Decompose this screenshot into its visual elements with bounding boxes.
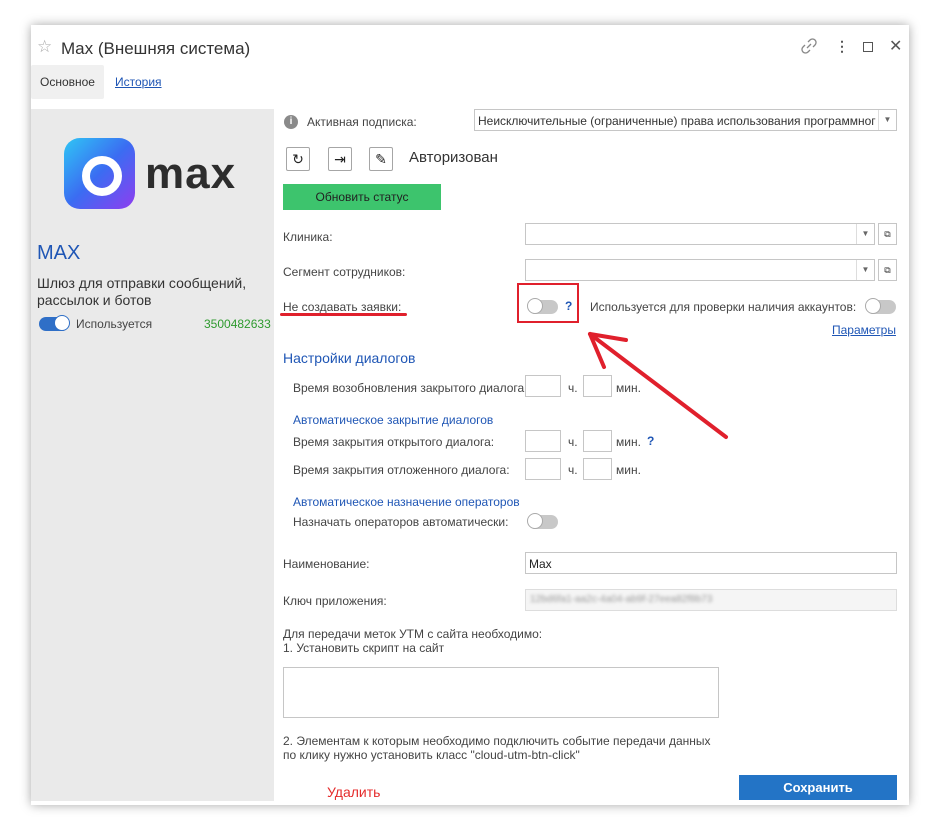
- deferred-close-hours-input[interactable]: [525, 458, 561, 480]
- sidebar: [31, 109, 274, 801]
- auto-close-title: Автоматическое закрытие диалогов: [293, 413, 494, 427]
- accounts-check-label: Используется для проверки наличия аккаун…: [590, 300, 857, 314]
- auto-assign-title: Автоматическое назначение операторов: [293, 495, 520, 509]
- minutes-unit: мин.: [616, 463, 641, 477]
- open-close-hours-input[interactable]: [525, 430, 561, 452]
- in-use-label: Используется: [76, 317, 153, 331]
- hours-unit: ч.: [568, 381, 578, 395]
- assign-auto-label: Назначать операторов автоматически:: [293, 515, 509, 529]
- chevron-down-icon[interactable]: ▼: [856, 260, 874, 280]
- deferred-close-minutes-input[interactable]: [583, 458, 612, 480]
- reopen-minutes-input[interactable]: [583, 375, 612, 397]
- logo-text: max: [145, 149, 237, 198]
- window-title: Max (Внешняя система): [61, 39, 251, 58]
- chevron-down-icon[interactable]: ▼: [856, 224, 874, 244]
- utm-step2-line1: 2. Элементам к которым необходимо подклю…: [283, 734, 711, 748]
- open-close-time-label: Время закрытия открытого диалога:: [293, 435, 495, 449]
- app-key-field[interactable]: 12bd6fa1-aa2c-4a04-ab9f-27eea82f8b73: [525, 589, 897, 611]
- params-link[interactable]: Параметры: [832, 323, 896, 337]
- app-key-label: Ключ приложения:: [283, 594, 387, 608]
- delete-link[interactable]: Удалить: [327, 784, 380, 800]
- link-icon[interactable]: [801, 38, 817, 57]
- accounts-check-toggle[interactable]: [865, 298, 896, 314]
- segment-label: Сегмент сотрудников:: [283, 265, 406, 279]
- form-window: ☆ Max (Внешняя система) ⋮ ✕ Основное Ист…: [31, 25, 909, 805]
- update-status-button[interactable]: Обновить статус: [283, 184, 441, 210]
- integration-name: MAX: [37, 242, 81, 264]
- reopen-hours-input[interactable]: [525, 375, 561, 397]
- open-clinic-icon[interactable]: ⧉: [878, 223, 897, 245]
- open-segment-icon[interactable]: ⧉: [878, 259, 897, 281]
- no-requests-toggle[interactable]: [527, 298, 558, 314]
- segment-select[interactable]: ▼: [525, 259, 875, 281]
- close-icon[interactable]: ✕: [889, 36, 902, 56]
- tab-main-label[interactable]: Основное: [40, 75, 95, 89]
- annotation-underline: [280, 313, 407, 316]
- name-label: Наименование:: [283, 557, 370, 571]
- reopen-time-label: Время возобновления закрытого диалога:: [293, 381, 528, 395]
- utm-step2-line2: по клику нужно установить класс "cloud-u…: [283, 748, 580, 762]
- tab-history[interactable]: История: [115, 75, 162, 89]
- clear-button[interactable]: ✎: [369, 147, 393, 171]
- utm-intro: Для передачи меток УТМ с сайта необходим…: [283, 627, 543, 641]
- logout-icon: ⇥: [334, 151, 346, 167]
- integration-description: Шлюз для отправки сообщений, рассылок и …: [37, 275, 247, 308]
- no-requests-label: Не создавать заявки:: [283, 300, 402, 314]
- clinic-select[interactable]: ▼: [525, 223, 875, 245]
- broom-icon: ✎: [375, 151, 387, 167]
- in-use-toggle[interactable]: [39, 315, 70, 331]
- hours-unit: ч.: [568, 435, 578, 449]
- help-icon[interactable]: ?: [565, 299, 572, 313]
- refresh-icon: ↻: [292, 151, 304, 167]
- dialog-settings-title: Настройки диалогов: [283, 350, 416, 366]
- integration-id: 3500482633: [204, 317, 271, 331]
- maximize-icon[interactable]: [863, 42, 873, 52]
- name-input[interactable]: Max: [525, 552, 897, 574]
- open-close-minutes-input[interactable]: [583, 430, 612, 452]
- minutes-unit: мин.: [616, 435, 641, 449]
- save-button[interactable]: Сохранить: [739, 775, 897, 800]
- utm-step1: 1. Установить скрипт на сайт: [283, 641, 445, 655]
- logout-button[interactable]: ⇥: [328, 147, 352, 171]
- auth-status: Авторизован: [409, 149, 498, 166]
- assign-auto-toggle[interactable]: [527, 513, 558, 529]
- deferred-close-time-label: Время закрытия отложенного диалога:: [293, 463, 510, 477]
- star-icon[interactable]: ☆: [37, 37, 52, 57]
- subscription-label: Активная подписка:: [307, 115, 417, 129]
- help-icon[interactable]: ?: [647, 434, 654, 448]
- minutes-unit: мин.: [616, 381, 641, 395]
- utm-script-textarea[interactable]: [283, 667, 719, 718]
- hours-unit: ч.: [568, 463, 578, 477]
- more-vertical-icon[interactable]: ⋮: [835, 38, 849, 55]
- logo-ring: [82, 156, 122, 196]
- refresh-button[interactable]: ↻: [286, 147, 310, 171]
- chevron-down-icon[interactable]: ▼: [878, 110, 896, 130]
- subscription-select[interactable]: Неисключительные (ограниченные) права ис…: [474, 109, 897, 131]
- info-icon: i: [284, 115, 298, 129]
- clinic-label: Клиника:: [283, 230, 333, 244]
